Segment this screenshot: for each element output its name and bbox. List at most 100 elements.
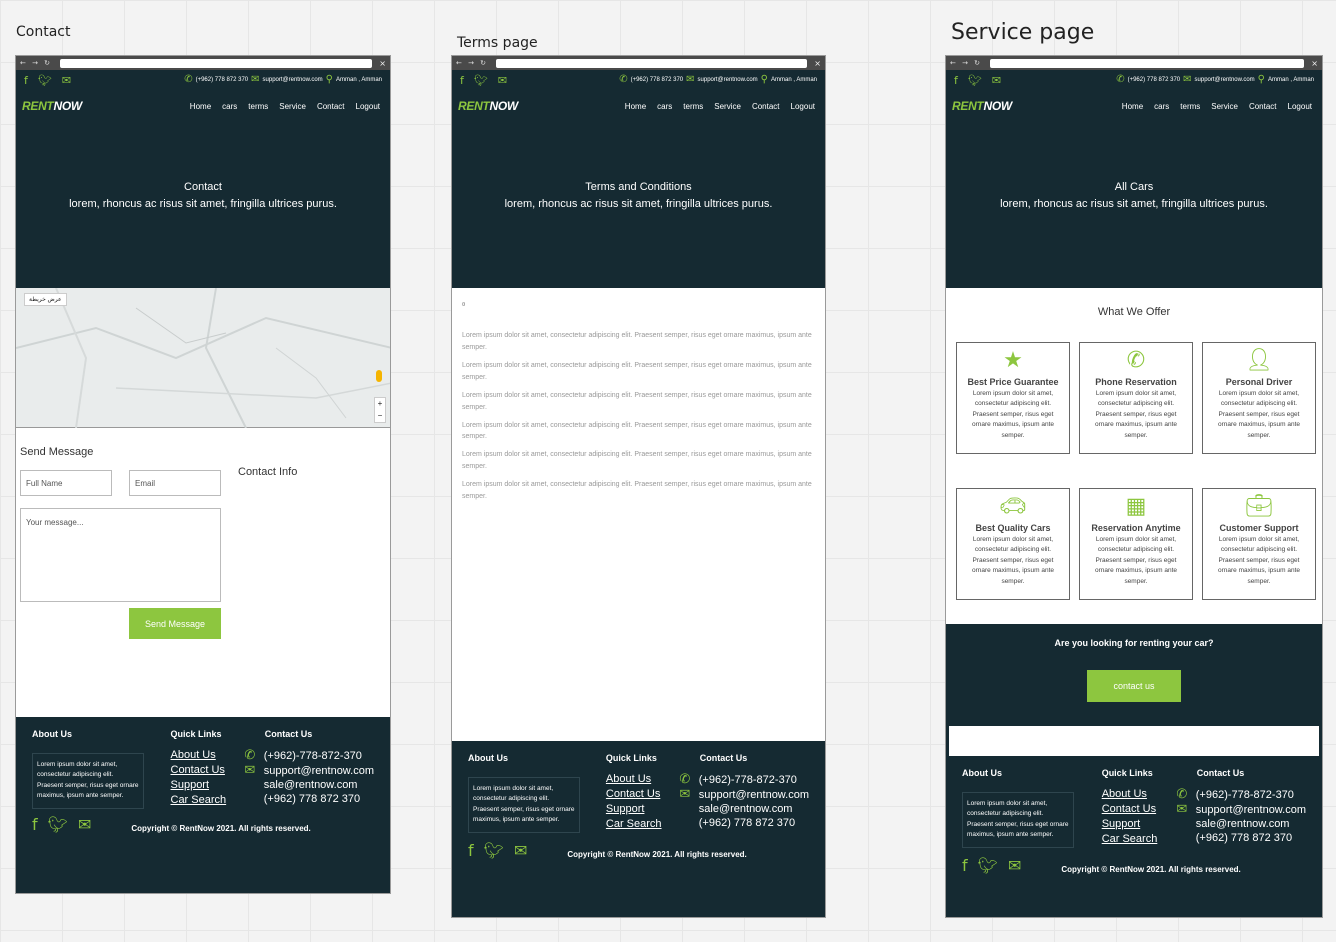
browser-chrome: ← → ↻ ×: [16, 56, 390, 70]
send-message-button[interactable]: Send Message: [129, 608, 221, 639]
nav-logout[interactable]: Logout: [791, 102, 815, 111]
email-input[interactable]: Email: [129, 470, 221, 496]
hero-subtitle: lorem, rhoncus ac risus sit amet, fringi…: [69, 197, 337, 210]
footer-email-sale: sale@rentnow.com: [1195, 818, 1290, 830]
nav-cars[interactable]: cars: [657, 102, 672, 111]
footer-about-text: Lorem ipsum dolor sit amet, consectetur …: [962, 792, 1074, 848]
browser-nav-icon[interactable]: ← → ↻: [20, 59, 60, 67]
card-text: Lorem ipsum dolor sit amet, consectetur …: [971, 390, 1054, 439]
send-message-form: Send Message Full Name Email Your messag…: [16, 428, 390, 717]
close-icon[interactable]: ×: [372, 59, 386, 68]
topbar: f 🐦︎ ✉ ✆ (+962) 778 872 370 ✉ support@re…: [452, 70, 825, 90]
footer-phone-2: (+962) 778 872 370: [698, 817, 796, 829]
twitter-icon[interactable]: 🐦︎: [978, 858, 998, 874]
mail-icon: ✉: [251, 74, 260, 85]
nav-home[interactable]: Home: [190, 102, 211, 111]
service-panel-title: Service page: [951, 20, 1095, 45]
footer: About Us Lorem ipsum dolor sit amet, con…: [946, 756, 1322, 917]
address-bar[interactable]: [60, 58, 372, 68]
nav-cars[interactable]: cars: [1154, 102, 1169, 111]
contact-us-button[interactable]: contact us: [1087, 670, 1181, 702]
footer-email-support: support@rentnow.com: [1195, 803, 1306, 816]
facebook-icon[interactable]: f: [24, 75, 28, 86]
full-name-input[interactable]: Full Name: [20, 470, 112, 496]
twitter-icon[interactable]: 🐦︎: [48, 817, 68, 833]
card-title: Best Quality Cars: [975, 523, 1051, 533]
close-icon[interactable]: ×: [807, 59, 821, 68]
driver-icon: 👤︎: [1245, 348, 1273, 373]
mail-icon: ✉: [679, 787, 691, 802]
hero-subtitle: lorem, rhoncus ac risus sit amet, fringi…: [504, 197, 773, 210]
nav-service[interactable]: Service: [714, 102, 741, 111]
mail-icon[interactable]: ✉: [78, 817, 91, 833]
logo[interactable]: RENTNOW: [22, 99, 82, 113]
terms-paragraph: Lorem ipsum dolor sit amet, consectetur …: [462, 332, 812, 352]
facebook-icon[interactable]: f: [468, 843, 474, 859]
mail-icon: ✉: [1183, 74, 1192, 85]
send-message-title: Send Message: [20, 446, 94, 458]
nav-home[interactable]: Home: [625, 102, 646, 111]
mail-icon[interactable]: ✉: [992, 75, 1001, 86]
topbar: f 🐦︎ ✉ ✆ (+962) 778 872 370 ✉ support@re…: [16, 70, 390, 90]
browser-nav-icon[interactable]: ← → ↻: [950, 59, 990, 67]
mail-icon[interactable]: ✉: [1008, 858, 1021, 874]
twitter-icon[interactable]: 🐦︎: [474, 75, 488, 86]
address-bar[interactable]: [496, 58, 807, 68]
nav-contact[interactable]: Contact: [1249, 102, 1277, 111]
phone-icon: ✆: [679, 772, 691, 787]
nav-logout[interactable]: Logout: [356, 102, 380, 111]
nav-contact[interactable]: Contact: [317, 102, 345, 111]
nav-home[interactable]: Home: [1122, 102, 1143, 111]
map[interactable]: عرض خريطة + −: [16, 288, 390, 428]
close-icon[interactable]: ×: [1304, 59, 1318, 68]
location-pin-icon: ⚲: [1257, 74, 1265, 85]
footer-about-text: Lorem ipsum dolor sit amet, consectetur …: [32, 753, 144, 809]
topbar-phone: (+962) 778 872 370: [1127, 77, 1181, 83]
nav-terms[interactable]: terms: [248, 102, 268, 111]
footer-phone-2: (+962) 778 872 370: [263, 793, 361, 805]
browser-nav-icon[interactable]: ← → ↻: [456, 59, 496, 67]
street-view-icon[interactable]: [376, 370, 382, 382]
footer-email-sale: sale@rentnow.com: [263, 779, 358, 791]
address-bar[interactable]: [990, 58, 1304, 68]
twitter-icon[interactable]: 🐦︎: [968, 75, 982, 86]
facebook-icon[interactable]: f: [32, 817, 38, 833]
twitter-icon[interactable]: 🐦︎: [484, 843, 504, 859]
navbar: RENTNOW Home cars terms Service Contact …: [946, 90, 1322, 122]
topbar-location: Amman , Amman: [1267, 77, 1314, 83]
map-type-toggle[interactable]: عرض خريطة: [24, 293, 67, 306]
facebook-icon[interactable]: f: [962, 858, 968, 874]
twitter-icon[interactable]: 🐦︎: [38, 75, 52, 86]
phone-icon: ✆: [1116, 74, 1125, 85]
logo[interactable]: RENTNOW: [458, 99, 518, 113]
terms-paragraph: Lorem ipsum dolor sit amet, consectetur …: [462, 361, 812, 381]
footer-contact-heading: Contact Us: [1196, 768, 1245, 778]
card-title: Reservation Anytime: [1091, 523, 1181, 533]
facebook-icon[interactable]: f: [460, 75, 464, 86]
phone-icon: ✆: [1176, 787, 1188, 802]
zoom-control[interactable]: + −: [374, 397, 386, 423]
nav-contact[interactable]: Contact: [752, 102, 780, 111]
card-title: Best Price Guarantee: [967, 377, 1059, 387]
nav-cars[interactable]: cars: [222, 102, 237, 111]
facebook-icon[interactable]: f: [954, 75, 958, 86]
cta-section: Are you looking for renting your car? co…: [946, 624, 1322, 726]
hero-title: All Cars: [1114, 180, 1154, 193]
footer-about-heading: About Us: [468, 753, 508, 763]
terms-marker: ¤: [462, 302, 466, 308]
nav-terms[interactable]: terms: [1180, 102, 1200, 111]
nav-terms[interactable]: terms: [683, 102, 703, 111]
message-textarea[interactable]: Your message...: [20, 508, 221, 602]
card-text: Lorem ipsum dolor sit amet, consectetur …: [971, 536, 1054, 585]
contact-info-label: Contact Info: [238, 466, 298, 478]
mail-icon[interactable]: ✉: [62, 75, 71, 86]
logo[interactable]: RENTNOW: [952, 99, 1012, 113]
hero: Contact lorem, rhoncus ac risus sit amet…: [16, 122, 390, 288]
mail-icon[interactable]: ✉: [514, 843, 527, 859]
mail-icon[interactable]: ✉: [498, 75, 507, 86]
nav-service[interactable]: Service: [1211, 102, 1238, 111]
map-roads: [16, 288, 390, 428]
nav-service[interactable]: Service: [279, 102, 306, 111]
copyright: Copyright © RentNow 2021. All rights res…: [567, 850, 747, 859]
nav-logout[interactable]: Logout: [1288, 102, 1312, 111]
